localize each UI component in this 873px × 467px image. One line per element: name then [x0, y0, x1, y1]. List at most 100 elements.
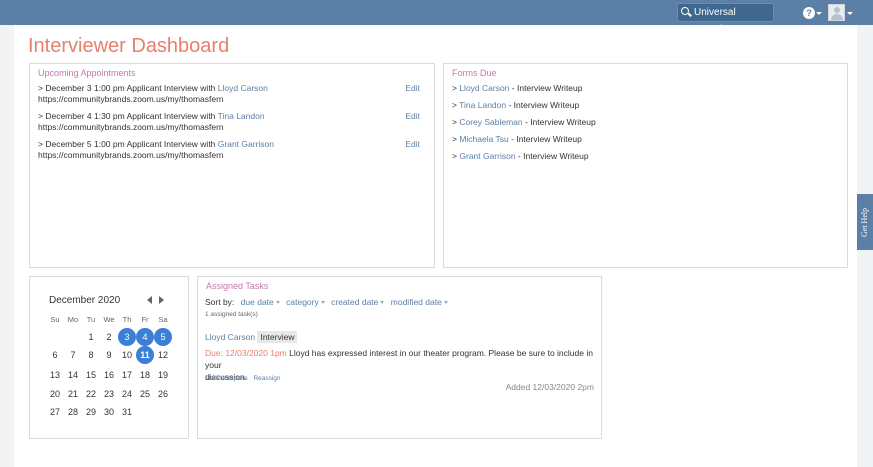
user-menu-caret-icon[interactable] — [847, 12, 853, 15]
calendar-dow: Fr — [141, 315, 149, 324]
assigned-tasks-title: Assigned Tasks — [206, 281, 269, 291]
sort-category[interactable]: category — [286, 297, 325, 307]
calendar-day[interactable]: 11 — [136, 346, 154, 364]
calendar-day[interactable]: 16 — [100, 366, 118, 384]
calendar-day[interactable]: 7 — [64, 346, 82, 364]
avatar-head — [834, 7, 840, 13]
calendar-day[interactable]: 17 — [118, 366, 136, 384]
form-type: - Interview Writeup — [509, 83, 583, 93]
appointment-edit-link[interactable]: Edit — [405, 139, 420, 150]
forms-due-panel: Forms Due > Lloyd Carson - Interview Wri… — [443, 63, 848, 268]
task-added-date: Added 12/03/2020 2pm — [505, 382, 594, 392]
chevron-down-icon — [275, 301, 280, 305]
sort-due-date-label: due date — [240, 297, 274, 307]
appointment-edit-link[interactable]: Edit — [405, 111, 420, 122]
mark-complete-link[interactable]: Mark complete — [205, 375, 248, 382]
calendar-day[interactable]: 29 — [82, 403, 100, 421]
upcoming-appointments-panel: Upcoming Appointments > December 3 1:00 … — [29, 63, 435, 268]
calendar-day[interactable]: 20 — [46, 385, 64, 403]
universal-search-button[interactable]: Universal Search... — [677, 3, 774, 35]
sort-modified-date-label: modified date — [390, 297, 442, 307]
calendar-dow: Sa — [158, 315, 168, 324]
calendar-prev-icon[interactable] — [147, 296, 152, 304]
calendar-day[interactable]: 15 — [82, 366, 100, 384]
calendar-day[interactable]: 26 — [154, 385, 172, 403]
top-bar: Universal Search... ? — [0, 0, 873, 35]
form-applicant-link[interactable]: Lloyd Carson — [459, 83, 509, 93]
calendar-dow: We — [103, 315, 115, 324]
reassign-link[interactable]: Reassign — [253, 375, 280, 382]
form-applicant-link[interactable]: Corey Sableman — [459, 117, 522, 127]
calendar-day[interactable]: 10 — [118, 346, 136, 364]
calendar-day[interactable]: 3 — [118, 328, 136, 346]
calendar-day[interactable]: 27 — [46, 403, 64, 421]
form-type: - Interview Writeup — [522, 117, 596, 127]
form-item: > Corey Sableman - Interview Writeup — [452, 117, 596, 128]
calendar-day[interactable]: 13 — [46, 366, 64, 384]
page-title: Interviewer Dashboard — [28, 35, 230, 57]
calendar-day[interactable]: 1 — [82, 328, 100, 346]
form-applicant-link[interactable]: Tina Landon — [459, 100, 506, 110]
calendar-month-title: December 2020 — [49, 295, 121, 306]
calendar-day[interactable]: 4 — [136, 328, 154, 346]
sort-category-label: category — [286, 297, 319, 307]
appointment-applicant-link[interactable]: Grant Garrison — [218, 139, 274, 149]
calendar-dow: Mo — [67, 315, 79, 324]
calendar-day[interactable]: 5 — [154, 328, 172, 346]
calendar-day[interactable]: 21 — [64, 385, 82, 403]
sort-due-date[interactable]: due date — [241, 297, 280, 307]
task-applicant-link[interactable]: Lloyd Carson — [205, 332, 255, 342]
calendar-day[interactable]: 6 — [46, 346, 64, 364]
appointment-text: > December 4 1:30 pm Applicant Interview… — [38, 111, 218, 121]
appointment-item: > December 4 1:30 pm Applicant Interview… — [38, 111, 428, 133]
appointment-url[interactable]: https://communitybrands.zoom.us/my/thoma… — [38, 122, 224, 132]
appointment-url[interactable]: https://communitybrands.zoom.us/my/thoma… — [38, 94, 224, 104]
calendar-day[interactable]: 12 — [154, 346, 172, 364]
sort-row: Sort by: due date category created date … — [205, 297, 448, 307]
search-icon — [681, 7, 689, 15]
appointment-applicant-link[interactable]: Lloyd Carson — [218, 83, 268, 93]
calendar-dow: Th — [122, 315, 132, 324]
calendar-day[interactable]: 23 — [100, 385, 118, 403]
sort-by-label: Sort by: — [205, 297, 235, 307]
calendar-day[interactable]: 24 — [118, 385, 136, 403]
calendar-dow: Tu — [86, 315, 96, 324]
appointment-url[interactable]: https://communitybrands.zoom.us/my/thoma… — [38, 150, 224, 160]
calendar-day[interactable]: 19 — [154, 366, 172, 384]
task-actions: Mark complete Reassign — [205, 373, 281, 385]
task-category-badge: Interview — [257, 331, 298, 343]
calendar-dow: Su — [50, 315, 60, 324]
calendar-day[interactable]: 18 — [136, 366, 154, 384]
form-type: - Interview Writeup — [515, 151, 589, 161]
get-help-tab[interactable]: Get Help — [857, 194, 873, 250]
form-type: - Interview Writeup — [508, 134, 582, 144]
calendar-day[interactable]: 9 — [100, 346, 118, 364]
calendar-day[interactable]: 28 — [64, 403, 82, 421]
form-applicant-link[interactable]: Michaela Tsu — [459, 134, 508, 144]
appointment-text: > December 3 1:00 pm Applicant Interview… — [38, 83, 218, 93]
calendar-day[interactable]: 2 — [100, 328, 118, 346]
upcoming-appointments-title: Upcoming Appointments — [38, 68, 136, 78]
appointment-text: > December 5 1:00 pm Applicant Interview… — [38, 139, 218, 149]
appointment-edit-link[interactable]: Edit — [405, 83, 420, 94]
avatar[interactable] — [828, 4, 845, 21]
calendar-day[interactable]: 14 — [64, 366, 82, 384]
help-caret-icon[interactable] — [816, 12, 822, 15]
task-header: Lloyd Carson Interview — [205, 331, 298, 343]
calendar-day[interactable]: 22 — [82, 385, 100, 403]
help-icon[interactable]: ? — [803, 7, 815, 19]
calendar-next-icon[interactable] — [159, 296, 164, 304]
form-applicant-link[interactable]: Grant Garrison — [459, 151, 515, 161]
form-item: > Michaela Tsu - Interview Writeup — [452, 134, 582, 145]
appointment-applicant-link[interactable]: Tina Landon — [218, 111, 265, 121]
task-due-date: Due: 12/03/2020 1pm — [205, 348, 287, 358]
calendar-day[interactable]: 30 — [100, 403, 118, 421]
chevron-down-icon — [443, 301, 448, 305]
sort-modified-date[interactable]: modified date — [391, 297, 448, 307]
sort-created-date[interactable]: created date — [331, 297, 385, 307]
calendar-day[interactable]: 25 — [136, 385, 154, 403]
calendar-day[interactable]: 31 — [118, 403, 136, 421]
task-count: 1 assigned task(s) — [205, 311, 258, 318]
avatar-body — [831, 14, 843, 20]
calendar-day[interactable]: 8 — [82, 346, 100, 364]
